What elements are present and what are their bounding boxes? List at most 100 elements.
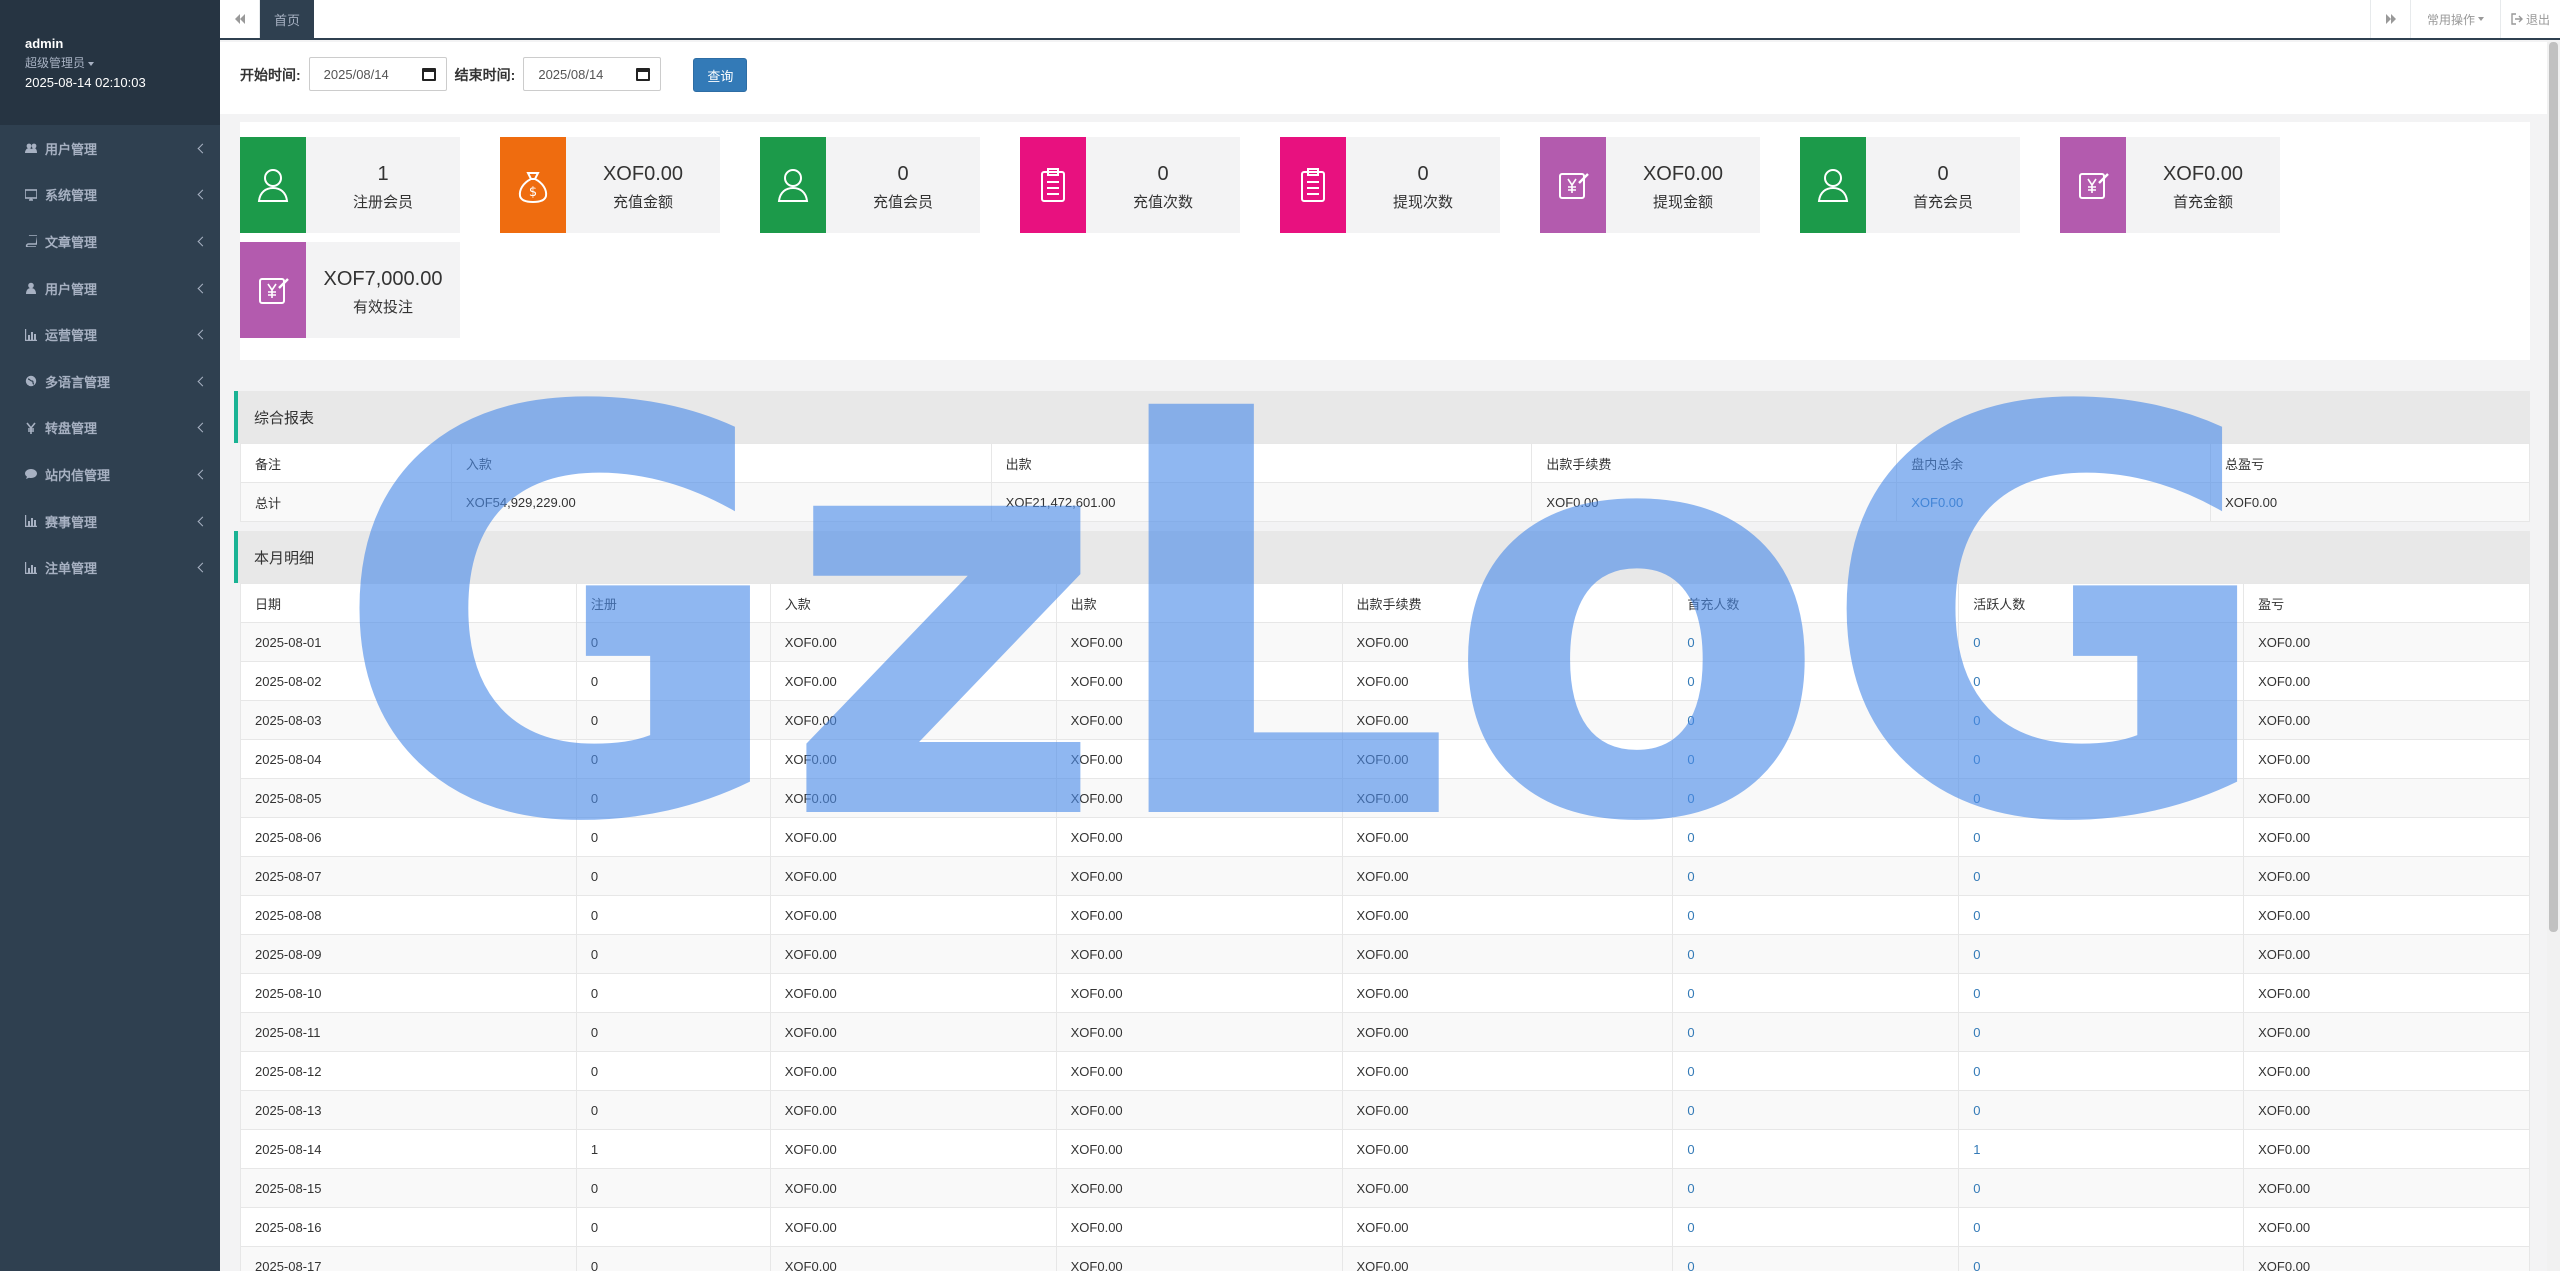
table-header-row: 备注 入款 出款 出款手续费 盘内总余 总盈亏	[240, 443, 2530, 483]
stat-card: 0 首充会员	[1800, 137, 2020, 233]
sidebar: admin 超级管理员 2025-08-14 02:10:03 用户管理 系统管理…	[0, 0, 220, 1271]
table-cell: XOF0.00	[769, 895, 1057, 935]
sidebar-item-6[interactable]: 多语言管理	[0, 358, 220, 405]
table-cell: XOF0.00	[2243, 1129, 2530, 1169]
chevron-left-icon	[197, 283, 208, 294]
table-cell: 0	[1958, 1246, 2245, 1271]
column-header: 备注	[240, 443, 452, 483]
sidebar-item-4[interactable]: 用户管理	[0, 265, 220, 312]
table-cell: 0	[575, 973, 771, 1013]
summary-table: 备注 入款 出款 出款手续费 盘内总余 总盈亏 总计 XOF54,929,229.00 XOF2…	[240, 443, 2530, 522]
end-date-input[interactable]: 2025/08/14	[523, 57, 662, 91]
sidebar-item-3[interactable]: 文章管理	[0, 218, 220, 265]
tab-scroll-right-button[interactable]	[2370, 0, 2410, 38]
table-cell: XOF0.00	[1055, 700, 1343, 740]
role-dropdown[interactable]: 超级管理员	[25, 54, 220, 71]
sidebar-item-5[interactable]: 运营管理	[0, 311, 220, 358]
scrollbar-thumb[interactable]	[2549, 42, 2558, 932]
sidebar-item-label: 运营管理	[45, 328, 98, 344]
chevron-left-icon	[197, 469, 208, 480]
table-row: 2025-08-09 0 XOF0.00 XOF0.00 XOF0.00 0 0 XOF0.0…	[240, 934, 2530, 974]
sidebar-item-2[interactable]: 系统管理	[0, 172, 220, 219]
table-cell: 2025-08-15	[240, 1168, 577, 1208]
logout-button[interactable]: 退出	[2500, 0, 2560, 38]
table-cell: 0	[1672, 1246, 1960, 1271]
table-row: 2025-08-02 0 XOF0.00 XOF0.00 XOF0.00 0 0 XOF0.0…	[240, 661, 2530, 701]
start-date-input[interactable]: 2025/08/14	[308, 57, 447, 91]
table-cell: XOF0.00	[2243, 817, 2530, 857]
common-ops-dropdown[interactable]: 常用操作	[2410, 0, 2500, 38]
table-cell: 0	[575, 700, 771, 740]
chevron-left-icon	[197, 329, 208, 340]
query-button[interactable]: 查询	[693, 58, 748, 92]
yen-edit-icon	[259, 278, 289, 304]
table-cell: 0	[575, 778, 771, 818]
sidebar-item-label: 用户管理	[45, 141, 98, 157]
table-cell: XOF0.00	[2210, 482, 2530, 522]
table-cell: 0	[1672, 778, 1960, 818]
table-cell: XOF0.00	[2243, 661, 2530, 701]
tab-scroll-left-button[interactable]	[220, 0, 260, 38]
stat-card: XOF0.00 提现金额	[1540, 137, 1760, 233]
table-row: 2025-08-13 0 XOF0.00 XOF0.00 XOF0.00 0 0 XOF0.0…	[240, 1090, 2530, 1130]
stat-card-value: 0	[1937, 163, 1949, 185]
stat-card-label: 有效投注	[352, 299, 413, 316]
table-row: 总计 XOF54,929,229.00 XOF21,472,601.00 XOF0.0…	[240, 482, 2530, 522]
table-cell: 0	[575, 1246, 771, 1271]
table-cell: 1	[575, 1129, 771, 1169]
table-cell: XOF0.00	[2243, 856, 2530, 896]
table-cell: XOF0.00	[769, 700, 1057, 740]
table-cell: XOF0.00	[2243, 973, 2530, 1013]
bar-chart-icon	[25, 515, 37, 528]
stat-card: 1 注册会员	[240, 137, 460, 233]
table-row: 2025-08-14 1 XOF0.00 XOF0.00 XOF0.00 0 1 XOF0.0…	[240, 1129, 2530, 1169]
table-cell: XOF0.00	[769, 778, 1057, 818]
table-cell: 2025-08-04	[240, 739, 577, 779]
calendar-icon[interactable]	[636, 67, 651, 81]
table-cell: 2025-08-06	[240, 817, 577, 857]
table-cell: XOF0.00	[1341, 856, 1674, 896]
desktop-icon	[25, 189, 37, 201]
table-cell: 0	[1958, 700, 2245, 740]
table-cell: 2025-08-03	[240, 700, 577, 740]
table-cell: 0	[575, 856, 771, 896]
comment-icon	[25, 469, 37, 480]
forward-icon-2	[2390, 14, 2396, 24]
table-cell: XOF0.00	[2243, 934, 2530, 974]
sidebar-item-1[interactable]: 用户管理	[0, 125, 220, 172]
table-cell: 0	[575, 1012, 771, 1052]
stat-card: XOF0.00 首充金额	[2060, 137, 2280, 233]
table-cell: XOF0.00	[1341, 1129, 1674, 1169]
stat-card-icon-box	[1020, 137, 1086, 233]
table-cell: XOF0.00	[1055, 622, 1343, 662]
tab-home[interactable]: 首页	[260, 0, 314, 38]
sidebar-item-10[interactable]: 注单管理	[0, 544, 220, 591]
table-cell: 0	[1672, 895, 1960, 935]
table-cell: 0	[575, 661, 771, 701]
table-cell: XOF0.00	[1341, 973, 1674, 1013]
sidebar-item-label: 系统管理	[45, 188, 98, 204]
table-row: 2025-08-11 0 XOF0.00 XOF0.00 XOF0.00 0 0 XOF0.0…	[240, 1012, 2530, 1052]
user-profile: admin 超级管理员 2025-08-14 02:10:03	[0, 0, 220, 125]
column-header: 注册	[575, 583, 771, 623]
table-cell: XOF0.00	[1341, 700, 1674, 740]
table-cell: 1	[1958, 1129, 2245, 1169]
column-header: 出款手续费	[1531, 443, 1898, 483]
stat-card: 0 充值会员	[760, 137, 980, 233]
stat-card-icon-box	[2060, 137, 2126, 233]
calendar-icon[interactable]	[421, 67, 436, 81]
table-cell: 0	[1672, 1090, 1960, 1130]
money-bag-icon: $	[518, 172, 548, 204]
table-cell: XOF0.00	[1341, 934, 1674, 974]
column-header: 首充人数	[1672, 583, 1960, 623]
sidebar-item-8[interactable]: 站内信管理	[0, 451, 220, 498]
table-cell: 2025-08-08	[240, 895, 577, 935]
sidebar-item-9[interactable]: 赛事管理	[0, 498, 220, 545]
book-icon	[25, 235, 37, 248]
stat-card-label: 首充会员	[1912, 194, 1973, 211]
table-cell: 2025-08-05	[240, 778, 577, 818]
sidebar-item-7[interactable]: 转盘管理	[0, 405, 220, 452]
sidebar-item-label: 用户管理	[45, 281, 98, 297]
monthly-panel-title: 本月明细	[234, 531, 2530, 583]
login-datetime: 2025-08-14 02:10:03	[25, 75, 146, 90]
